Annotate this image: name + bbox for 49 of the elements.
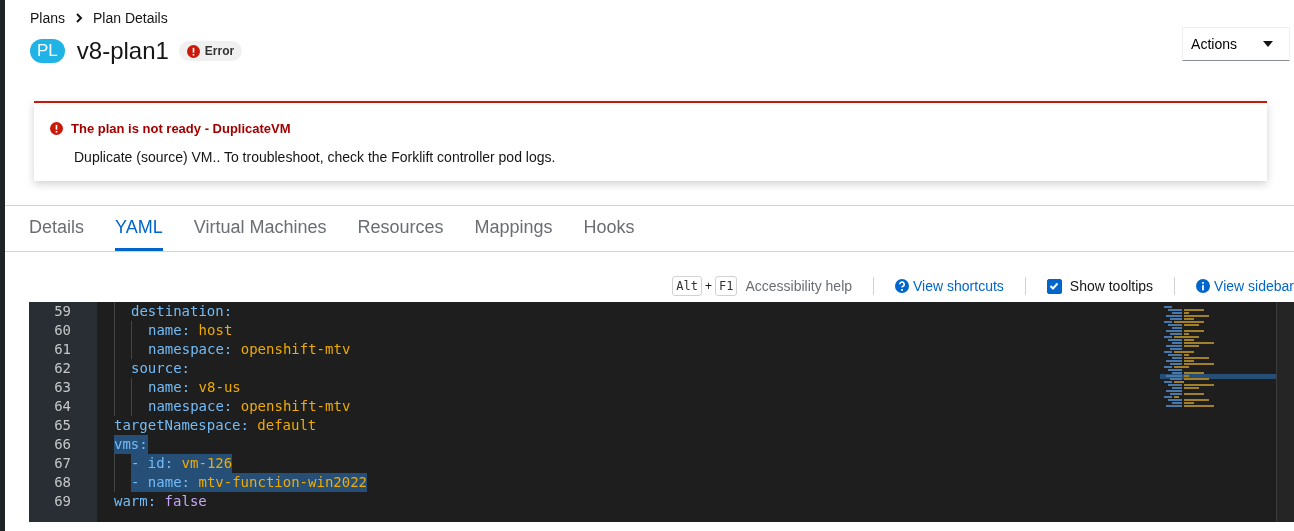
caret-icon: [1263, 41, 1273, 47]
info-icon: [1196, 279, 1211, 293]
line-number: 65: [53, 416, 72, 435]
line-number: 62: [53, 359, 72, 378]
tab[interactable]: Resources: [357, 206, 444, 251]
code-line: targetNamespace: default: [114, 416, 317, 435]
code-line: namespace: openshift-mtv: [148, 340, 351, 359]
line-number: 69: [53, 492, 72, 511]
tab[interactable]: Details: [29, 206, 85, 251]
code-line: warm: false: [114, 492, 207, 511]
key-cap: F1: [714, 276, 738, 296]
scrollbar[interactable]: [1276, 302, 1294, 522]
status-label: Error: [178, 41, 243, 61]
breadcrumb-link[interactable]: Plans: [30, 10, 66, 26]
code-line: destination:: [131, 302, 233, 321]
page-title: v8-plan1: [76, 37, 169, 65]
line-number: 61: [53, 340, 72, 359]
line-number: 64: [53, 397, 72, 416]
line-number: 66: [53, 435, 72, 454]
code-line: name: host: [148, 321, 233, 340]
accessibility-help-text: Accessibility help: [745, 278, 853, 294]
alert-title: The plan is not ready - DuplicateVM: [71, 121, 291, 136]
chevron-right-icon: [75, 13, 84, 23]
plus-sign: +: [704, 279, 712, 293]
line-number: 59: [53, 302, 72, 321]
line-number: 60: [53, 321, 72, 340]
tab[interactable]: YAML: [115, 206, 163, 251]
code-line: source:: [131, 359, 190, 378]
code-line: namespace: openshift-mtv: [148, 397, 351, 416]
tab[interactable]: Hooks: [583, 206, 635, 251]
line-number: 68: [53, 473, 72, 492]
actions-dropdown[interactable]: Actions: [1182, 27, 1290, 61]
line-number: 67: [53, 454, 72, 473]
error-icon: [50, 122, 63, 135]
code-line: name: v8-us: [148, 378, 241, 397]
alert-message: Duplicate (source) VM.. To troubleshoot, check the Forklift controller pod logs.: [74, 149, 557, 165]
show-tooltips-checkbox[interactable]: Show tooltips: [1046, 278, 1154, 294]
tab[interactable]: Mappings: [474, 206, 553, 251]
checkbox[interactable]: [1046, 278, 1062, 294]
code-editor[interactable]: [29, 302, 1294, 522]
breadcrumb-link[interactable]: Plan Details: [93, 10, 168, 26]
help-icon: [895, 279, 910, 293]
view-shortcuts-link[interactable]: View shortcuts: [895, 278, 1004, 294]
tab[interactable]: Virtual Machines: [193, 206, 327, 251]
view-sidebar-link[interactable]: View sidebar: [1196, 278, 1294, 294]
error-icon: [186, 44, 200, 58]
key-cap: Alt: [672, 276, 702, 296]
line-number: 63: [53, 378, 72, 397]
resource-badge: PL: [30, 39, 65, 63]
